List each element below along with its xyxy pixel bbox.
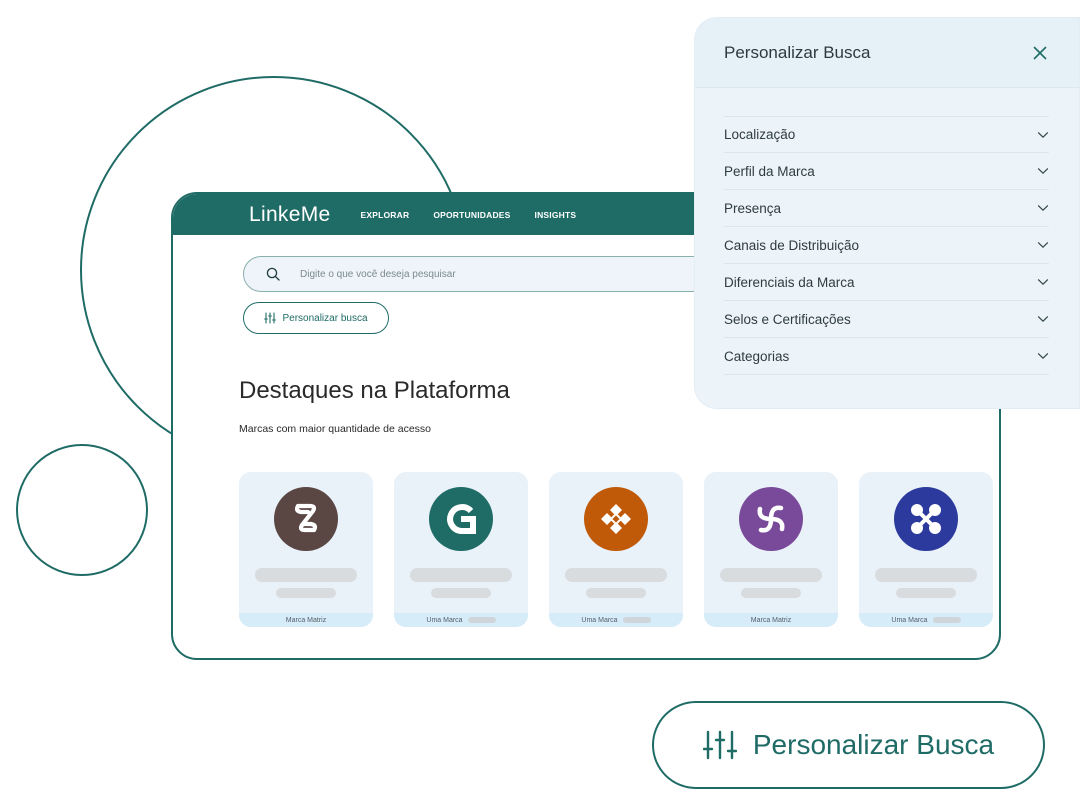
- filter-label: Diferenciais da Marca: [724, 274, 855, 290]
- swirl-icon: [739, 487, 803, 551]
- filter-label: Localização: [724, 127, 796, 142]
- brand-card-footer: Marca Matriz: [704, 613, 838, 627]
- brand-card[interactable]: Uma Marca: [394, 472, 528, 627]
- skeleton-line: [741, 588, 801, 598]
- filter-label: Perfil da Marca: [724, 163, 815, 179]
- featured-subtitle: Marcas com maior quantidade de acesso: [239, 423, 432, 435]
- sliders-icon: [702, 730, 737, 760]
- brand-card[interactable]: Marca Matriz: [704, 472, 838, 627]
- search-input[interactable]: [300, 268, 680, 280]
- brand-card[interactable]: Uma Marca: [859, 472, 993, 627]
- skeleton-line: [255, 568, 357, 582]
- nav-insights[interactable]: INSIGHTS: [535, 210, 577, 220]
- sliders-icon: [264, 312, 277, 324]
- nav-oportunidades[interactable]: OPORTUNIDADES: [433, 210, 510, 220]
- chain-link-icon: [274, 487, 338, 551]
- filter-label: Categorias: [724, 348, 790, 364]
- filter-perfil-da-marca[interactable]: Perfil da Marca: [724, 153, 1049, 190]
- decorative-circle-small: [16, 444, 148, 576]
- brand-card-footer: Marca Matriz: [239, 613, 373, 627]
- chevron-down-icon: [1037, 316, 1049, 322]
- g-shape-icon: [429, 487, 493, 551]
- diamond-icon: [584, 487, 648, 551]
- brand-card-label: Marca Matriz: [285, 616, 327, 624]
- skeleton-line: [875, 568, 977, 582]
- brand-logo[interactable]: LinkeMe: [249, 203, 330, 227]
- filter-canais-de-distribuicao[interactable]: Canais de Distribuição: [724, 227, 1049, 264]
- filter-label: Selos e Certificações: [724, 311, 851, 327]
- brand-card-label: Uma Marca: [581, 616, 618, 624]
- panel-header: Personalizar Busca: [695, 18, 1079, 88]
- customize-search-label: Personalizar busca: [282, 312, 368, 324]
- skeleton-pill: [932, 617, 961, 623]
- chevron-down-icon: [1037, 205, 1049, 211]
- brand-card-footer: Uma Marca: [394, 613, 528, 627]
- brand-card-label: Marca Matriz: [750, 616, 792, 624]
- filter-label: Canais de Distribuição: [724, 237, 860, 253]
- chevron-down-icon: [1037, 168, 1049, 174]
- customize-search-button[interactable]: Personalizar busca: [243, 302, 389, 334]
- search-icon: [266, 267, 280, 281]
- customize-search-panel: Personalizar Busca Localização Perfil da…: [695, 18, 1079, 408]
- skeleton-line: [586, 588, 646, 598]
- chevron-down-icon: [1037, 131, 1049, 138]
- brand-card-label: Uma Marca: [426, 616, 463, 624]
- filter-presenca[interactable]: Presença: [724, 190, 1049, 227]
- skeleton-line: [431, 588, 491, 598]
- brand-card-footer: Uma Marca: [859, 613, 993, 627]
- brand-card-footer: Uma Marca: [549, 613, 683, 627]
- skeleton-line: [276, 588, 336, 598]
- filter-categorias[interactable]: Categorias: [724, 338, 1049, 375]
- featured-title: Destaques na Plataforma: [239, 377, 510, 404]
- skeleton-line: [410, 568, 512, 582]
- close-icon[interactable]: [1033, 46, 1047, 60]
- skeleton-line: [896, 588, 956, 598]
- filter-selos-e-certificacoes[interactable]: Selos e Certificações: [724, 301, 1049, 338]
- brand-card[interactable]: Uma Marca: [549, 472, 683, 627]
- molecule-icon: [894, 487, 958, 551]
- customize-search-cta-label: Personalizar Busca: [752, 729, 995, 760]
- search-bar[interactable]: [243, 256, 743, 292]
- chevron-down-icon: [1037, 242, 1049, 248]
- chevron-down-icon: [1037, 353, 1049, 359]
- panel-title: Personalizar Busca: [724, 42, 871, 62]
- customize-search-cta-button[interactable]: Personalizar Busca: [652, 701, 1045, 789]
- brand-card-label: Uma Marca: [891, 616, 928, 624]
- skeleton-pill: [622, 617, 651, 623]
- skeleton-pill: [467, 617, 496, 623]
- filter-list: Localização Perfil da Marca Presença Can…: [695, 88, 1079, 375]
- filter-label: Presença: [724, 200, 782, 216]
- filter-diferenciais-da-marca[interactable]: Diferenciais da Marca: [724, 264, 1049, 301]
- brand-card[interactable]: Marca Matriz: [239, 472, 373, 627]
- chevron-down-icon: [1037, 279, 1049, 285]
- skeleton-line: [720, 568, 822, 582]
- filter-localizacao[interactable]: Localização: [724, 116, 1049, 153]
- skeleton-line: [565, 568, 667, 582]
- nav-explorar[interactable]: EXPLORAR: [360, 210, 409, 220]
